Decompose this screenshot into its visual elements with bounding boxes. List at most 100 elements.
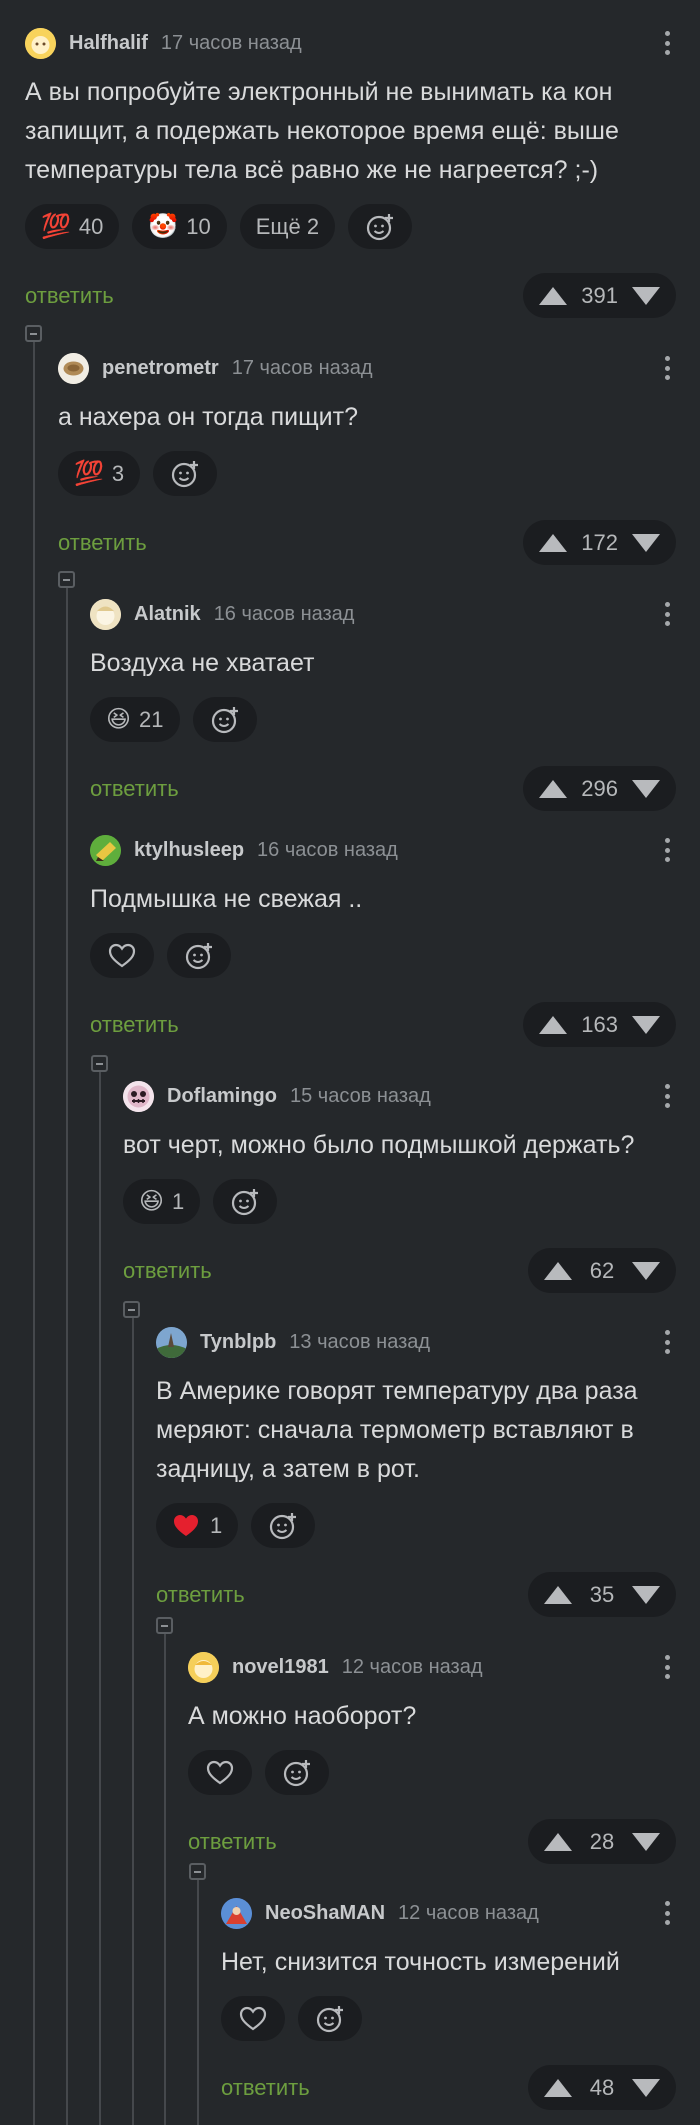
triangle-down-icon[interactable] bbox=[632, 2078, 660, 2097]
more-vertical-icon[interactable] bbox=[658, 599, 676, 629]
comment-text: вот черт, можно было подмышкой держать? bbox=[123, 1131, 635, 1159]
reaction-button[interactable]: 💯 40 bbox=[25, 204, 120, 249]
collapse-toggle-icon[interactable] bbox=[25, 325, 42, 342]
more-reactions-button[interactable]: Ещё 2 bbox=[239, 204, 336, 249]
like-button[interactable] bbox=[221, 1996, 285, 2041]
like-button[interactable] bbox=[90, 933, 154, 978]
reactions-bar bbox=[188, 1750, 676, 1795]
more-vertical-icon[interactable] bbox=[658, 1327, 676, 1357]
reply-link[interactable]: ответить bbox=[156, 1582, 245, 1608]
add-reaction-button[interactable] bbox=[167, 933, 231, 978]
reaction-button[interactable]: 😆 21 bbox=[90, 697, 180, 742]
reaction-button[interactable]: 💯 3 bbox=[58, 451, 141, 496]
add-reaction-button[interactable] bbox=[213, 1179, 278, 1224]
collapse-toggle-icon[interactable] bbox=[91, 1055, 108, 1072]
avatar[interactable] bbox=[25, 27, 56, 59]
avatar[interactable] bbox=[90, 598, 121, 630]
timestamp[interactable]: 12 часов назад bbox=[398, 1902, 539, 1925]
avatar[interactable] bbox=[58, 352, 89, 384]
more-vertical-icon[interactable] bbox=[658, 835, 676, 865]
triangle-down-icon[interactable] bbox=[632, 286, 660, 305]
triangle-up-icon[interactable] bbox=[544, 2078, 572, 2097]
author-name[interactable]: Tynblpb bbox=[200, 1331, 276, 1354]
reaction-button[interactable]: 1 bbox=[156, 1503, 239, 1548]
reaction-count: 3 bbox=[111, 460, 125, 486]
reaction-button[interactable]: 😆 1 bbox=[123, 1179, 201, 1224]
reply-link[interactable]: ответить bbox=[123, 1258, 212, 1284]
smiley-plus-icon bbox=[185, 942, 212, 969]
timestamp[interactable]: 17 часов назад bbox=[232, 357, 373, 380]
comment-text: Воздуха не хватает bbox=[90, 649, 315, 677]
add-reaction-button[interactable] bbox=[153, 451, 218, 496]
timestamp[interactable]: 13 часов назад bbox=[289, 1331, 430, 1354]
add-reaction-button[interactable] bbox=[348, 204, 413, 249]
timestamp[interactable]: 16 часов назад bbox=[257, 839, 398, 862]
avatar[interactable] bbox=[156, 1326, 187, 1358]
avatar[interactable] bbox=[221, 1897, 252, 1929]
rating-score: 62 bbox=[589, 1257, 615, 1283]
triangle-down-icon[interactable] bbox=[632, 1261, 660, 1280]
triangle-up-icon[interactable] bbox=[539, 533, 568, 552]
timestamp[interactable]: 12 часов назад bbox=[342, 1656, 483, 1679]
comment-actions: ответить 163 bbox=[90, 1002, 676, 1047]
add-reaction-button[interactable] bbox=[265, 1750, 329, 1795]
triangle-down-icon[interactable] bbox=[632, 533, 660, 552]
reply-link[interactable]: ответить bbox=[58, 530, 147, 556]
timestamp[interactable]: 16 часов назад bbox=[214, 603, 355, 626]
reply-link[interactable]: ответить bbox=[25, 283, 114, 309]
hundred-points-icon: 💯 bbox=[74, 459, 104, 487]
timestamp[interactable]: 17 часов назад bbox=[161, 32, 302, 55]
triangle-down-icon[interactable] bbox=[632, 1832, 660, 1851]
collapse-toggle-icon[interactable] bbox=[58, 571, 75, 588]
reply-link[interactable]: ответить bbox=[188, 1829, 277, 1855]
more-vertical-icon[interactable] bbox=[658, 353, 676, 383]
comment-text: Подмышка не свежая .. bbox=[90, 885, 363, 913]
comment-header: ktylhusleep 16 часов назад bbox=[90, 831, 676, 869]
triangle-down-icon[interactable] bbox=[632, 1015, 660, 1034]
author-name[interactable]: Alatnik bbox=[134, 603, 201, 626]
triangle-down-icon[interactable] bbox=[632, 1585, 660, 1604]
heart-outline-icon bbox=[239, 2006, 267, 2030]
reaction-button[interactable]: 🤡 10 bbox=[132, 204, 227, 249]
triangle-up-icon[interactable] bbox=[539, 286, 568, 305]
thread-line bbox=[33, 340, 35, 2125]
author-name[interactable]: penetrometr bbox=[102, 357, 219, 380]
more-vertical-icon[interactable] bbox=[658, 1898, 676, 1928]
author-name[interactable]: ktylhusleep bbox=[134, 839, 244, 862]
more-vertical-icon[interactable] bbox=[658, 1652, 676, 1682]
collapse-toggle-icon[interactable] bbox=[189, 1863, 206, 1880]
collapse-toggle-icon[interactable] bbox=[156, 1617, 173, 1634]
avatar[interactable] bbox=[123, 1080, 154, 1112]
avatar[interactable] bbox=[188, 1651, 219, 1683]
triangle-down-icon[interactable] bbox=[632, 779, 660, 798]
comment-text: а нахера он тогда пищит? bbox=[58, 403, 358, 431]
author-name[interactable]: Halfhalif bbox=[69, 32, 148, 55]
triangle-up-icon[interactable] bbox=[539, 779, 568, 798]
author-name[interactable]: Doflamingo bbox=[167, 1085, 277, 1108]
more-vertical-icon[interactable] bbox=[658, 28, 676, 58]
thread-line bbox=[99, 1070, 101, 2125]
add-reaction-button[interactable] bbox=[251, 1503, 316, 1548]
more-vertical-icon[interactable] bbox=[658, 1081, 676, 1111]
comment: NeoShaMAN 12 часов назад Нет, снизится т… bbox=[221, 1894, 676, 2110]
author-name[interactable]: NeoShaMAN bbox=[265, 1902, 385, 1925]
smiley-plus-icon bbox=[211, 706, 238, 733]
comment-actions: ответить 48 bbox=[221, 2065, 676, 2110]
timestamp[interactable]: 15 часов назад bbox=[290, 1085, 431, 1108]
author-name[interactable]: novel1981 bbox=[232, 1656, 329, 1679]
like-button[interactable] bbox=[188, 1750, 252, 1795]
add-reaction-button[interactable] bbox=[192, 697, 257, 742]
triangle-up-icon[interactable] bbox=[544, 1585, 572, 1604]
rating-control: 172 bbox=[523, 520, 676, 565]
triangle-up-icon[interactable] bbox=[539, 1015, 568, 1034]
add-reaction-button[interactable] bbox=[298, 1996, 362, 2041]
avatar[interactable] bbox=[90, 834, 121, 866]
triangle-up-icon[interactable] bbox=[544, 1261, 572, 1280]
reply-link[interactable]: ответить bbox=[221, 2075, 310, 2101]
reply-link[interactable]: ответить bbox=[90, 776, 179, 802]
comment-header: Doflamingo 15 часов назад bbox=[123, 1077, 676, 1115]
comment-text: А можно наоборот? bbox=[188, 1702, 417, 1730]
reply-link[interactable]: ответить bbox=[90, 1012, 179, 1038]
triangle-up-icon[interactable] bbox=[544, 1832, 572, 1851]
collapse-toggle-icon[interactable] bbox=[123, 1301, 140, 1318]
